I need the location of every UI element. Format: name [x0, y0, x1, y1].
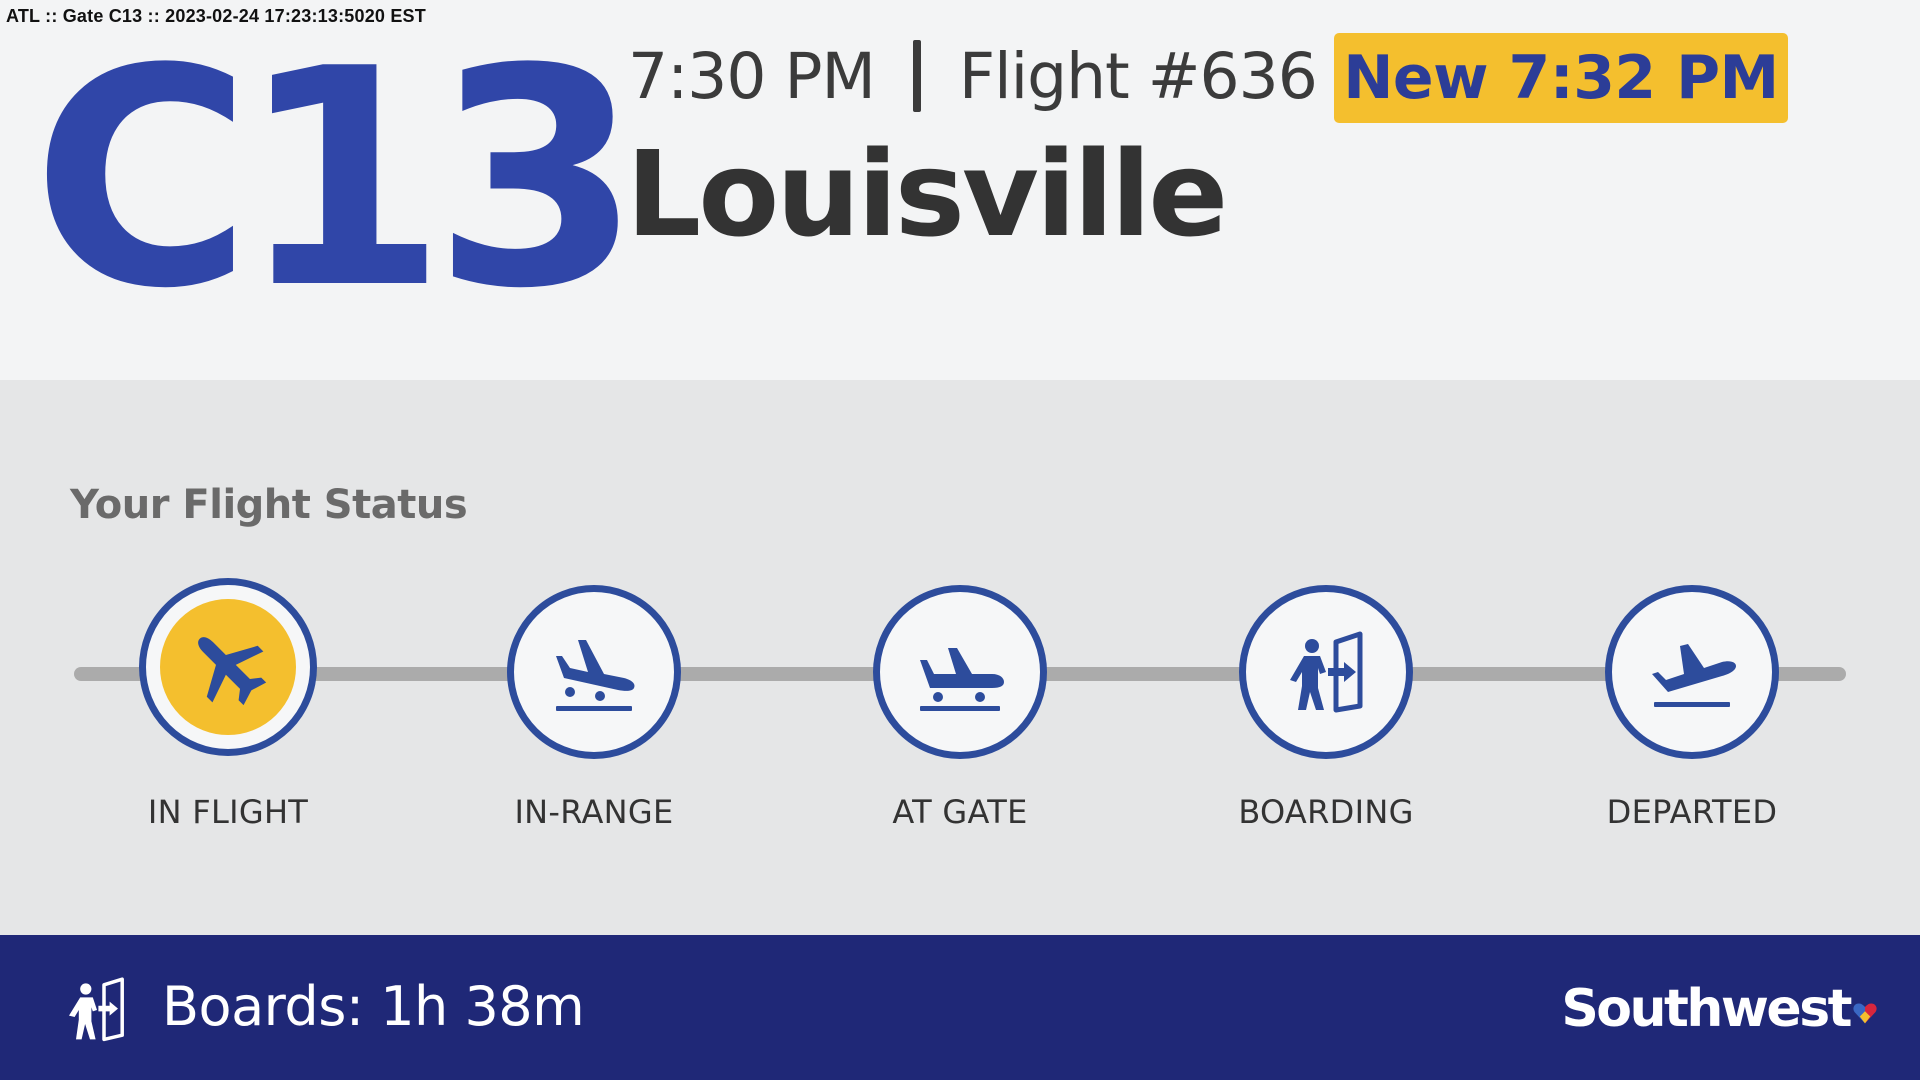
status-step-departed: DEPARTED	[1602, 585, 1782, 831]
status-label: AT GATE	[892, 793, 1028, 831]
status-label: IN FLIGHT	[147, 793, 309, 831]
new-time-badge: New 7:32 PM	[1334, 33, 1788, 123]
status-step-in-range: IN-RANGE	[504, 585, 684, 831]
departing-icon	[1652, 644, 1736, 707]
destination-city: Louisville	[626, 125, 1228, 263]
gate-number: C13	[32, 5, 642, 354]
flight-status-panel: Your Flight Status IN FLIGHT IN-RANGE AT…	[0, 380, 1920, 935]
footer-bar: Boards: 1h 38m Southwest	[0, 935, 1920, 1080]
boarding-icon	[1290, 631, 1363, 713]
status-circle	[1605, 585, 1779, 759]
flight-header: ATL :: Gate C13 :: 2023-02-24 17:23:13:5…	[0, 0, 1920, 380]
status-step-at-gate: AT GATE	[870, 585, 1050, 831]
status-label: IN-RANGE	[514, 793, 674, 831]
status-circle	[146, 585, 310, 749]
status-step-in-flight: IN FLIGHT	[138, 585, 318, 831]
flight-info-row: 7:30 PM Flight #636	[628, 39, 1318, 113]
landing-icon	[556, 640, 635, 711]
southwest-logo: Southwest	[1561, 979, 1852, 1039]
airplane-icon	[198, 637, 267, 706]
status-step-boarding: BOARDING	[1236, 585, 1416, 831]
separator	[912, 40, 921, 112]
boards-countdown: Boards: 1h 38m	[162, 975, 585, 1038]
status-circle	[1239, 585, 1413, 759]
status-label: DEPARTED	[1606, 793, 1778, 831]
status-circle	[873, 585, 1047, 759]
heart-icon	[1853, 1003, 1877, 1024]
status-title: Your Flight Status	[70, 482, 468, 528]
boarding-icon	[69, 977, 124, 1042]
flight-number: Flight #636	[958, 39, 1318, 113]
status-circle	[507, 585, 681, 759]
plane-at-gate-icon	[920, 648, 1004, 711]
scheduled-time: 7:30 PM	[628, 39, 876, 113]
status-label: BOARDING	[1238, 793, 1414, 831]
